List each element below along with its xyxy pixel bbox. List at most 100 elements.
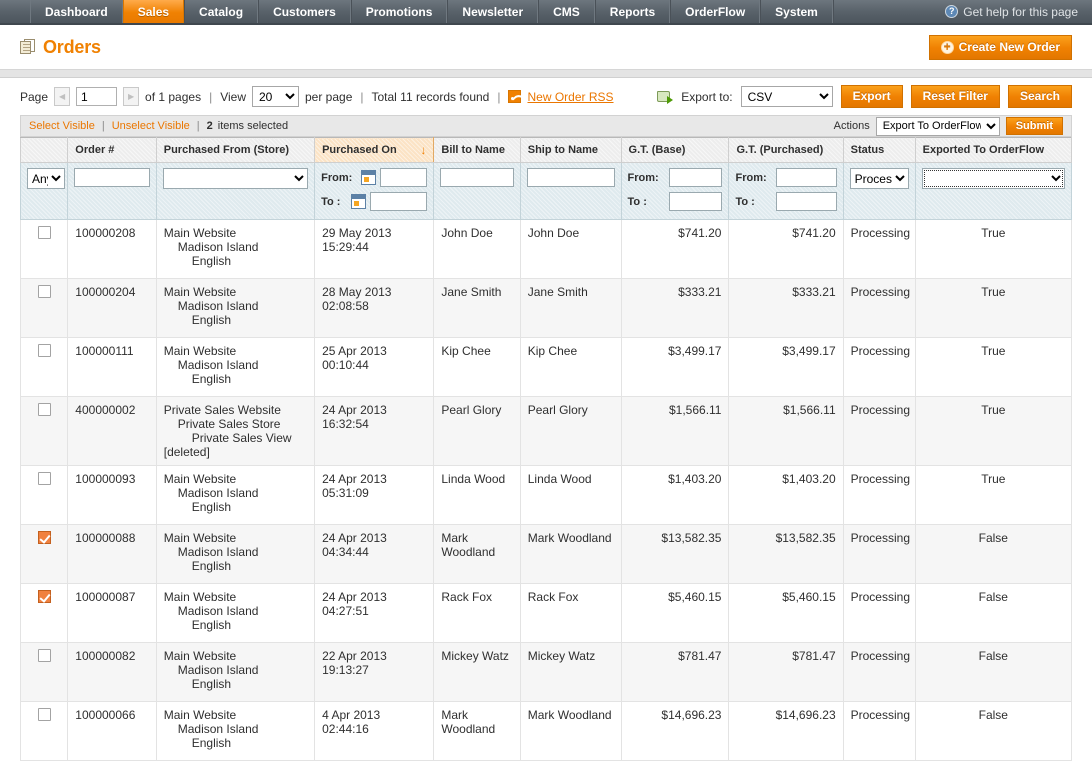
orders-icon [20,39,36,55]
row-checkbox[interactable] [38,708,51,721]
nav-item-orderflow[interactable]: OrderFlow [670,0,760,23]
store-line: English [164,618,307,632]
calendar-icon[interactable] [351,194,366,209]
calendar-icon[interactable] [361,170,376,185]
unselect-visible-link[interactable]: Unselect Visible [112,120,190,132]
table-row[interactable]: 100000208Main WebsiteMadison IslandEngli… [21,220,1072,279]
create-new-order-button[interactable]: + Create New Order [929,35,1072,60]
filter-gt-purchased-from-input[interactable] [776,168,836,187]
row-checkbox[interactable] [38,226,51,239]
table-row[interactable]: 100000088Main WebsiteMadison IslandEngli… [21,525,1072,584]
per-page-label: per page [305,90,352,104]
search-button[interactable]: Search [1008,85,1072,108]
nav-item-dashboard[interactable]: Dashboard [30,0,123,23]
grid-header-ship_to[interactable]: Ship to Name [520,138,621,163]
grid-header-order_number[interactable]: Order # [68,138,156,163]
question-circle-icon: ? [945,5,958,18]
cell-gt-purchased: $3,499.17 [729,338,843,397]
table-row[interactable]: 100000093Main WebsiteMadison IslandEngli… [21,466,1072,525]
filter-checkbox-select[interactable]: AnyYesNo [27,168,65,189]
row-checkbox-cell[interactable] [21,466,68,525]
store-line: Private Sales Store [164,417,307,431]
nav-item-customers[interactable]: Customers [258,0,351,23]
nav-item-system[interactable]: System [760,0,833,23]
cell-ship-to-name: Pearl Glory [520,397,621,466]
row-checkbox[interactable] [38,344,51,357]
nav-item-label: Customers [273,5,336,19]
filter-date-to-input[interactable] [370,192,427,211]
export-format-select[interactable]: CSVExcel XML [741,86,833,107]
row-checkbox-cell[interactable] [21,584,68,643]
row-checkbox-checked[interactable] [38,590,51,603]
cell-gt-purchased: $741.20 [729,220,843,279]
cell-ship-to-name: Jane Smith [520,279,621,338]
grid-header-exported[interactable]: Exported To OrderFlow [915,138,1071,163]
filter-gt-base-to-input[interactable] [669,192,723,211]
cell-status: Processing [843,338,915,397]
submit-button[interactable]: Submit [1006,117,1063,135]
table-row[interactable]: 100000111Main WebsiteMadison IslandEngli… [21,338,1072,397]
reset-filter-button[interactable]: Reset Filter [911,85,1000,108]
row-checkbox-cell[interactable] [21,338,68,397]
grid-header-bill_to[interactable]: Bill to Name [434,138,520,163]
nav-item-promotions[interactable]: Promotions [351,0,448,23]
pagination-controls: Page ◀ ▶ of 1 pages | View 203050100200 … [20,86,614,107]
grid-header-status[interactable]: Status [843,138,915,163]
table-row[interactable]: 100000204Main WebsiteMadison IslandEngli… [21,279,1072,338]
filter-date-from-input[interactable] [380,168,427,187]
cell-order-number: 100000111 [68,338,156,397]
filter-store-select[interactable] [163,168,308,189]
filter-status-select[interactable]: AnyProcessingPendingCompleteClosedCancel… [850,168,909,189]
cell-exported-to-orderflow: False [915,702,1071,761]
table-row[interactable]: 100000087Main WebsiteMadison IslandEngli… [21,584,1072,643]
previous-page-button[interactable]: ◀ [54,87,70,106]
filter-bill-to-input[interactable] [440,168,513,187]
nav-item-reports[interactable]: Reports [595,0,670,23]
export-button[interactable]: Export [841,85,903,108]
table-row[interactable]: 100000066Main WebsiteMadison IslandEngli… [21,702,1072,761]
row-checkbox-cell[interactable] [21,702,68,761]
row-checkbox-cell[interactable] [21,525,68,584]
filter-ship-to-input[interactable] [527,168,615,187]
filter-cell-gt-base: From: To : [621,163,729,220]
nav-item-newsletter[interactable]: Newsletter [447,0,538,23]
row-checkbox-cell[interactable] [21,279,68,338]
row-checkbox[interactable] [38,472,51,485]
row-checkbox[interactable] [38,285,51,298]
row-checkbox[interactable] [38,403,51,416]
cell-store: Main WebsiteMadison IslandEnglish [156,338,314,397]
cell-gt-base: $5,460.15 [621,584,729,643]
filter-gt-base-from-input[interactable] [669,168,723,187]
get-help-link[interactable]: ? Get help for this page [945,0,1092,23]
page-title-wrap: Orders [20,37,101,58]
actions-select[interactable]: Export To OrderFlowCancelHoldUnholdPrint… [876,117,1000,136]
row-checkbox-checked[interactable] [38,531,51,544]
filter-gt-purchased-to-label: To : [735,196,771,208]
cell-status: Processing [843,702,915,761]
row-checkbox[interactable] [38,649,51,662]
cell-store: Private Sales WebsitePrivate Sales Store… [156,397,314,466]
row-checkbox-cell[interactable] [21,643,68,702]
filter-gt-purchased-to-input[interactable] [776,192,836,211]
nav-item-sales[interactable]: Sales [123,0,184,23]
table-row[interactable]: 100000082Main WebsiteMadison IslandEngli… [21,643,1072,702]
grid-header-store[interactable]: Purchased From (Store) [156,138,314,163]
cell-purchased-on: 24 Apr 2013 04:34:44 [315,525,434,584]
filter-exported-select[interactable]: TrueFalse [922,168,1065,189]
nav-item-cms[interactable]: CMS [538,0,595,23]
grid-header-purchased_on[interactable]: Purchased On↓ [315,138,434,163]
row-checkbox-cell[interactable] [21,397,68,466]
table-row[interactable]: 400000002Private Sales WebsitePrivate Sa… [21,397,1072,466]
nav-item-catalog[interactable]: Catalog [184,0,258,23]
per-page-select[interactable]: 203050100200 [252,86,299,107]
row-checkbox-cell[interactable] [21,220,68,279]
next-page-button[interactable]: ▶ [123,87,139,106]
grid-header-gt_base[interactable]: G.T. (Base) [621,138,729,163]
new-order-rss-link[interactable]: New Order RSS [527,90,613,104]
grid-header-checkbox[interactable] [21,138,68,163]
grid-header-gt_purchased[interactable]: G.T. (Purchased) [729,138,843,163]
page-input[interactable] [76,87,117,106]
filter-order-number-input[interactable] [74,168,149,187]
orders-grid: Order #Purchased From (Store)Purchased O… [20,137,1072,761]
select-visible-link[interactable]: Select Visible [29,120,95,132]
